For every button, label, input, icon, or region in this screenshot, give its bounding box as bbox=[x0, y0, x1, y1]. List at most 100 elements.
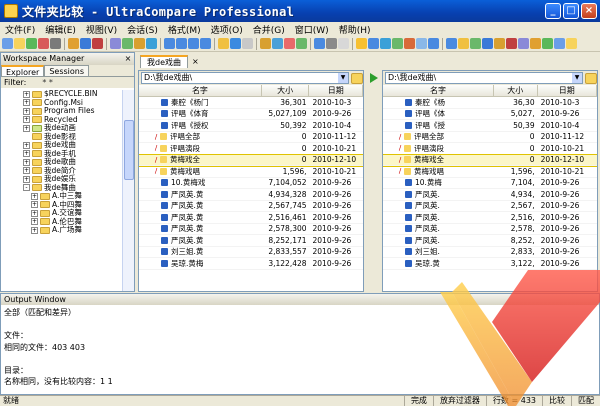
file-row[interactable]: 评唱《体 5,027, 2010-9-26 bbox=[383, 109, 597, 120]
expand-icon[interactable]: + bbox=[31, 218, 38, 226]
file-row[interactable]: 刘三姐.黄 2,833,557 2010-9-26 bbox=[139, 247, 363, 258]
file-row[interactable]: 秦腔《杨 36,30 2010-10-3 bbox=[383, 97, 597, 109]
file-row[interactable]: 刘三姐. 2,833, 2010-9-26 bbox=[383, 247, 597, 258]
toolbar-button-icon[interactable] bbox=[404, 38, 415, 49]
toolbar-button-icon[interactable] bbox=[272, 38, 283, 49]
right-col-size[interactable]: 大小 bbox=[494, 85, 538, 96]
right-col-date[interactable]: 日期 bbox=[538, 85, 597, 96]
toolbar-button-icon[interactable] bbox=[122, 38, 133, 49]
expand-icon[interactable]: + bbox=[23, 158, 30, 166]
compare-button[interactable] bbox=[364, 70, 382, 86]
expand-icon[interactable]: + bbox=[31, 209, 38, 217]
toolbar-button-icon[interactable] bbox=[50, 38, 61, 49]
toolbar-button-icon[interactable] bbox=[458, 38, 469, 49]
file-row[interactable]: 严凤英. 2,567, 2010-9-26 bbox=[383, 201, 597, 212]
toolbar-button-icon[interactable] bbox=[218, 38, 229, 49]
toolbar-button-icon[interactable] bbox=[314, 38, 325, 49]
toolbar-button-icon[interactable] bbox=[230, 38, 241, 49]
tab-document[interactable]: 我de戏曲 bbox=[140, 54, 188, 68]
toolbar-button-icon[interactable] bbox=[188, 38, 199, 49]
expand-icon[interactable]: + bbox=[23, 99, 30, 107]
expand-icon[interactable]: + bbox=[23, 116, 30, 124]
toolbar-button-icon[interactable] bbox=[200, 38, 211, 49]
toolbar-button-icon[interactable] bbox=[68, 38, 79, 49]
toolbar-button-icon[interactable] bbox=[446, 38, 457, 49]
file-row[interactable]: 10.黄梅戏 7,104,052 2010-9-26 bbox=[139, 178, 363, 189]
maximize-button[interactable]: □ bbox=[563, 3, 579, 19]
file-row[interactable]: / 黄梅戏全 0 2010-12-10 bbox=[383, 153, 597, 167]
file-row[interactable]: / 黄梅戏唱 1,596, 2010-10-21 bbox=[383, 166, 597, 178]
file-row[interactable]: 严凤英. 4,934, 2010-9-26 bbox=[383, 189, 597, 201]
file-row[interactable]: / 评唱全部 0 2010-11-12 bbox=[139, 132, 363, 143]
file-row[interactable]: 严凤英. 2,578, 2010-9-26 bbox=[383, 224, 597, 235]
file-row[interactable]: 吴琼.黄梅 3,122,428 2010-9-26 bbox=[139, 258, 363, 270]
file-row[interactable]: / 评唱演段 0 2010-10-21 bbox=[383, 143, 597, 155]
menu-item[interactable]: 视图(V) bbox=[81, 23, 122, 36]
toolbar-button-icon[interactable] bbox=[164, 38, 175, 49]
file-row[interactable]: / 黄梅戏全 0 2010-12-10 bbox=[139, 153, 363, 167]
file-row[interactable]: 严凤英. 2,516, 2010-9-26 bbox=[383, 212, 597, 224]
play-icon[interactable] bbox=[370, 73, 378, 83]
toolbar-button-icon[interactable] bbox=[134, 38, 145, 49]
file-row[interactable]: 严凤英. 8,252, 2010-9-26 bbox=[383, 235, 597, 247]
close-tab-icon[interactable]: × bbox=[192, 57, 199, 66]
expand-icon[interactable]: + bbox=[31, 192, 38, 200]
browse-folder-icon[interactable] bbox=[585, 72, 597, 84]
menu-item[interactable]: 合并(G) bbox=[248, 23, 290, 36]
toolbar-button-icon[interactable] bbox=[242, 38, 253, 49]
toolbar-button-icon[interactable] bbox=[260, 38, 271, 49]
chevron-down-icon[interactable]: ▼ bbox=[338, 73, 348, 83]
left-col-date[interactable]: 日期 bbox=[309, 85, 363, 96]
toolbar-button-icon[interactable] bbox=[470, 38, 481, 49]
tree-item[interactable]: + A.广场舞 bbox=[1, 226, 123, 235]
toolbar-button-icon[interactable] bbox=[392, 38, 403, 49]
toolbar-button-icon[interactable] bbox=[530, 38, 541, 49]
close-icon[interactable]: × bbox=[122, 53, 134, 65]
menu-item[interactable]: 格式(M) bbox=[163, 23, 206, 36]
toolbar-button-icon[interactable] bbox=[416, 38, 427, 49]
menu-item[interactable]: 帮助(H) bbox=[334, 23, 376, 36]
file-row[interactable]: 严凤英.黄 8,252,171 2010-9-26 bbox=[139, 235, 363, 247]
expand-icon[interactable]: + bbox=[23, 141, 30, 149]
file-row[interactable]: 秦腔《杨门 36,301 2010-10-3 bbox=[139, 97, 363, 109]
menu-item[interactable]: 选项(O) bbox=[206, 23, 248, 36]
file-row[interactable]: 评唱《授 50,39 2010-10-4 bbox=[383, 120, 597, 132]
toolbar-button-icon[interactable] bbox=[338, 38, 349, 49]
menu-item[interactable]: 窗口(W) bbox=[290, 23, 334, 36]
right-path-field[interactable]: D:\我de戏曲\ ▼ bbox=[385, 72, 583, 84]
toolbar-button-icon[interactable] bbox=[14, 38, 25, 49]
filter-field[interactable]: * * bbox=[42, 77, 53, 88]
toolbar-button-icon[interactable] bbox=[110, 38, 121, 49]
toolbar-button-icon[interactable] bbox=[92, 38, 103, 49]
chevron-down-icon[interactable]: ▼ bbox=[572, 73, 582, 83]
minimize-button[interactable]: _ bbox=[545, 3, 561, 19]
left-path-field[interactable]: D:\我de戏曲\ ▼ bbox=[141, 72, 349, 84]
expand-icon[interactable]: + bbox=[23, 150, 30, 158]
file-row[interactable]: 评唱《体育 5,027,109 2010-9-26 bbox=[139, 109, 363, 120]
toolbar-button-icon[interactable] bbox=[284, 38, 295, 49]
file-row[interactable]: 严凤英.黄 2,567,745 2010-9-26 bbox=[139, 201, 363, 212]
right-col-name[interactable]: 名字 bbox=[383, 85, 494, 96]
expand-icon[interactable]: + bbox=[23, 107, 30, 115]
expand-icon[interactable]: + bbox=[31, 226, 38, 234]
toolbar-button-icon[interactable] bbox=[2, 38, 13, 49]
expand-icon[interactable]: + bbox=[23, 167, 30, 175]
toolbar-button-icon[interactable] bbox=[368, 38, 379, 49]
tab-explorer[interactable]: Explorer bbox=[1, 65, 45, 77]
scrollbar-thumb[interactable] bbox=[124, 120, 134, 180]
file-row[interactable]: 评唱《授权 50,392 2010-10-4 bbox=[139, 120, 363, 132]
file-row[interactable]: / 评唱演段 0 2010-10-21 bbox=[139, 143, 363, 155]
toolbar-button-icon[interactable] bbox=[380, 38, 391, 49]
toolbar-button-icon[interactable] bbox=[356, 38, 367, 49]
toolbar-button-icon[interactable] bbox=[176, 38, 187, 49]
menu-item[interactable]: 会话(S) bbox=[122, 23, 163, 36]
toolbar-button-icon[interactable] bbox=[542, 38, 553, 49]
toolbar-button-icon[interactable] bbox=[80, 38, 91, 49]
expand-icon[interactable]: + bbox=[23, 124, 30, 132]
toolbar-button-icon[interactable] bbox=[482, 38, 493, 49]
file-row[interactable]: / 评唱全部 0 2010-11-12 bbox=[383, 132, 597, 143]
toolbar-button-icon[interactable] bbox=[494, 38, 505, 49]
tab-sessions[interactable]: Sessions bbox=[44, 65, 90, 76]
toolbar-button-icon[interactable] bbox=[554, 38, 565, 49]
file-row[interactable]: 严凤英.黄 2,516,461 2010-9-26 bbox=[139, 212, 363, 224]
